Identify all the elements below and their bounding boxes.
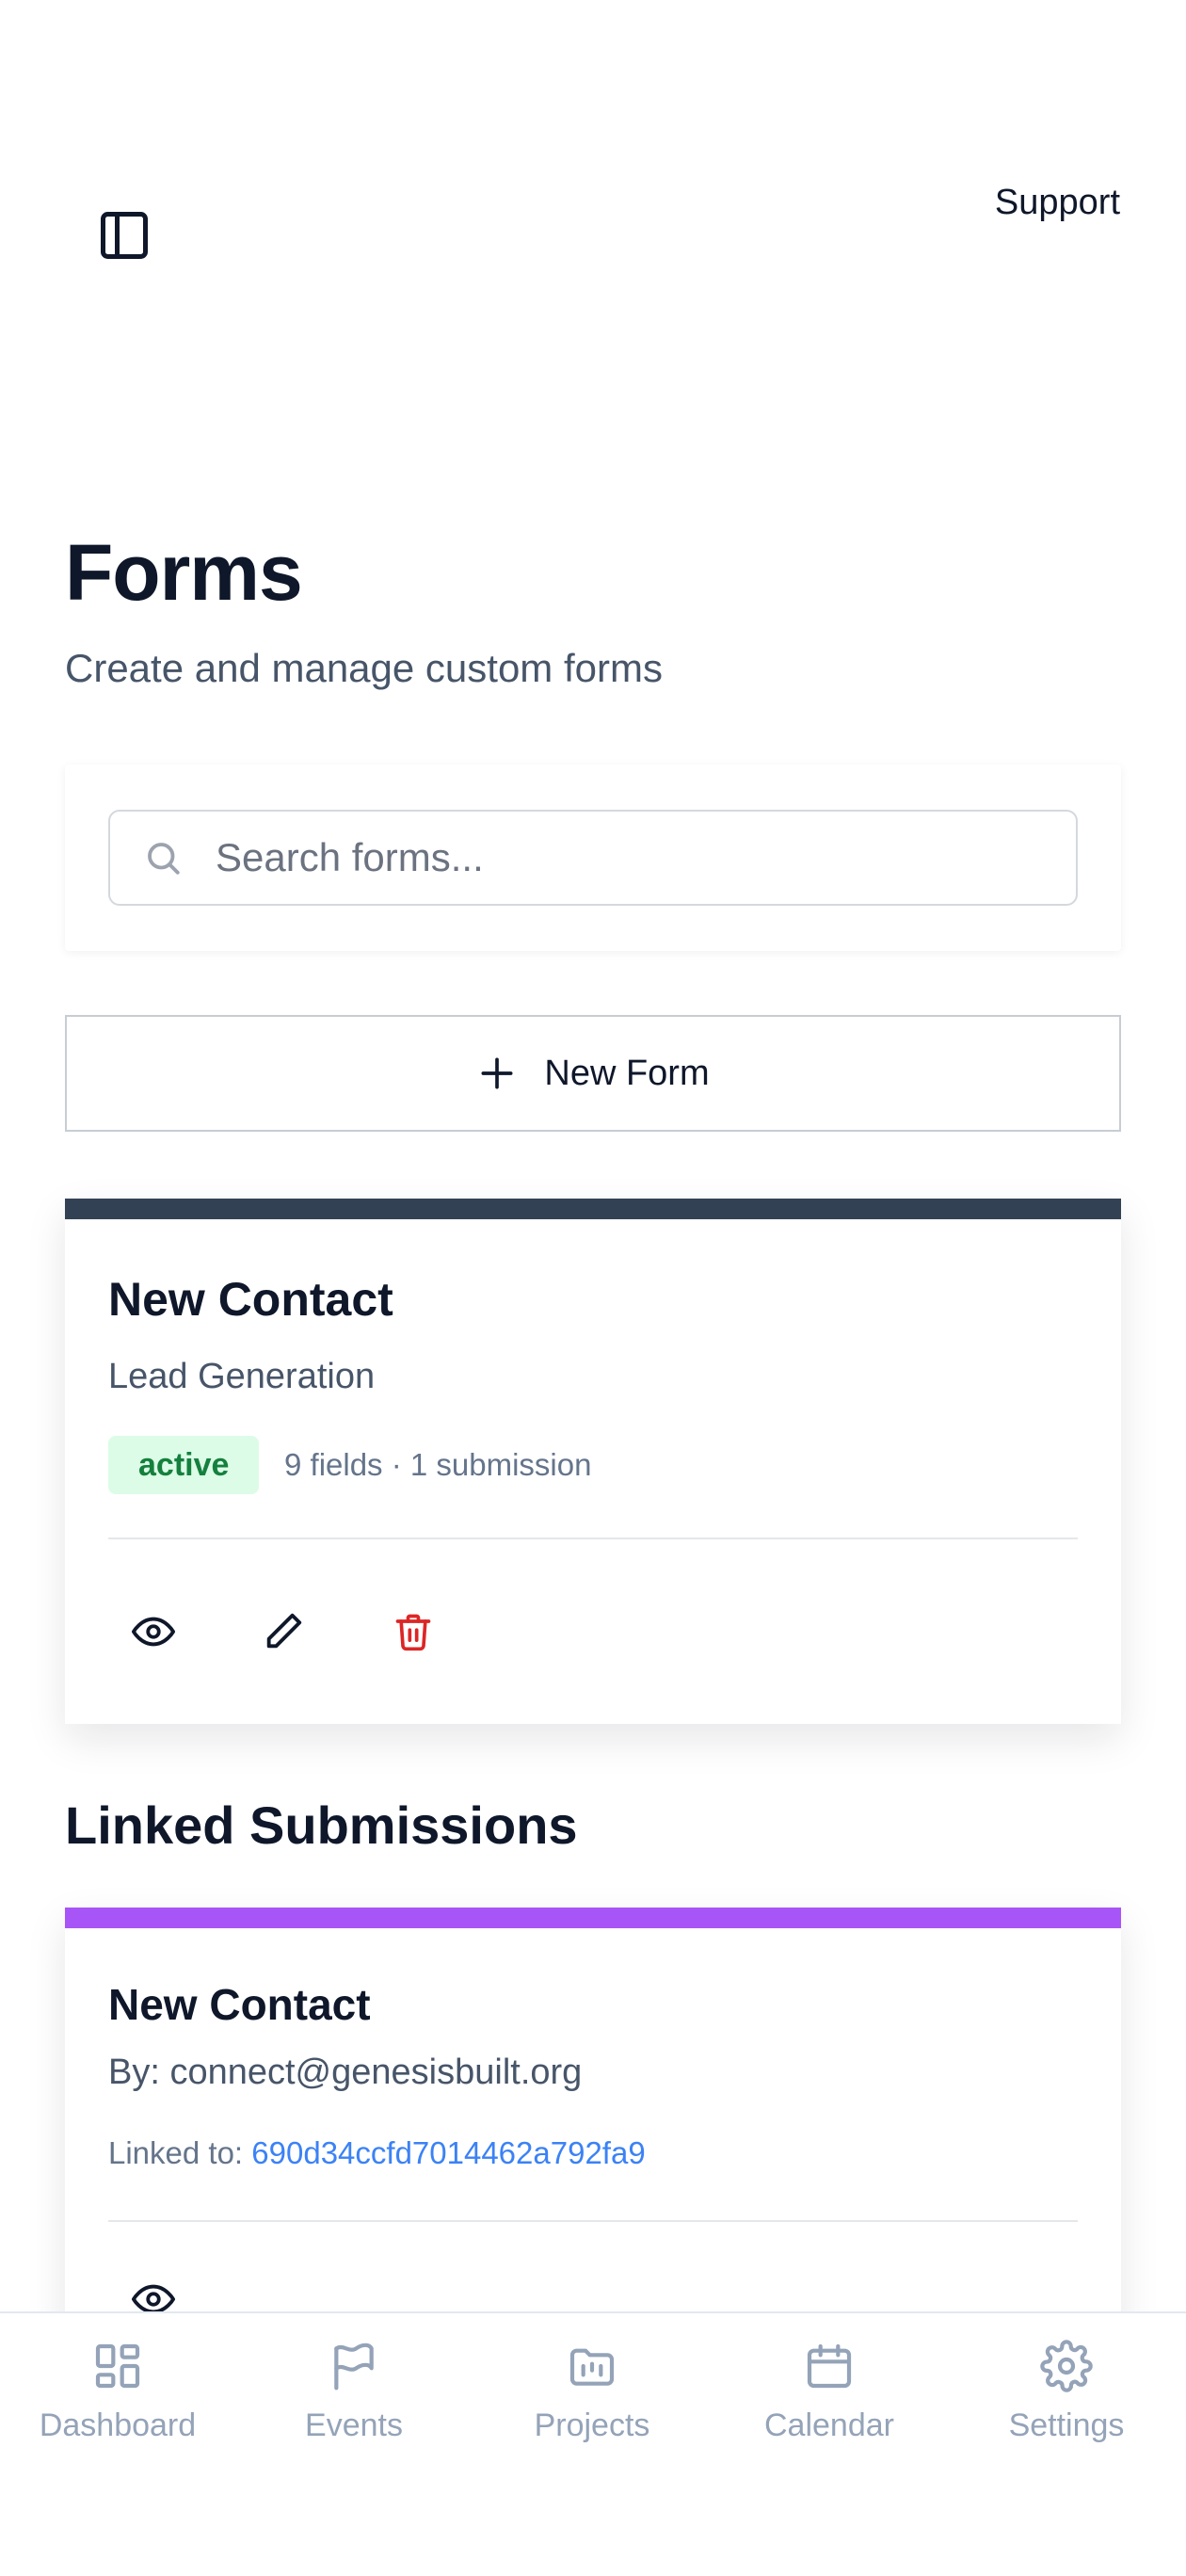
sidebar-panel-icon [96,207,152,268]
nav-label: Dashboard [39,2407,197,2443]
trash-icon [393,1611,434,1657]
eye-icon [132,1610,175,1658]
divider [108,1538,1078,1539]
nav-label: Projects [534,2407,650,2443]
submission-card-stripe [65,1908,1121,1928]
dashboard-icon [89,2338,146,2394]
nav-item-dashboard[interactable]: Dashboard [5,2338,231,2444]
new-form-label: New Form [544,1053,710,1093]
view-form-button[interactable] [104,1585,202,1682]
flag-icon [326,2338,382,2394]
submission-author: By: connect@genesisbuilt.org [108,2053,583,2092]
folder-chart-icon [564,2338,620,2394]
top-bar: Support [0,0,1186,301]
gear-icon [1038,2338,1095,2394]
search-input[interactable] [216,835,1044,880]
form-category: Lead Generation [108,1357,376,1396]
nav-item-settings[interactable]: Settings [954,2338,1179,2444]
delete-form-button[interactable] [364,1585,462,1682]
linked-id-link[interactable]: 690d34ccfd7014462a792fa9 [251,2135,645,2170]
plus-icon [476,1053,518,1094]
submission-linked: Linked to: 690d34ccfd7014462a792fa9 [108,2135,646,2171]
support-link[interactable]: Support [995,183,1120,223]
page-title: Forms [65,528,303,617]
edit-form-button[interactable] [234,1585,332,1682]
divider [108,2220,1078,2222]
form-card: New Contact Lead Generation active 9 fie… [65,1199,1121,1724]
form-title: New Contact [108,1273,393,1326]
form-meta: 9 fields · 1 submission [284,1447,592,1482]
submission-title: New Contact [108,1980,371,2029]
new-form-button[interactable]: New Form [65,1015,1121,1132]
search-card [65,765,1121,951]
sidebar-toggle-button[interactable] [90,203,158,271]
nav-label: Calendar [764,2407,894,2443]
nav-item-events[interactable]: Events [241,2338,467,2444]
nav-label: Events [305,2407,403,2443]
page-subtitle: Create and manage custom forms [65,646,663,690]
bottom-nav: Dashboard Events Projects Calendar Setti… [0,2311,1186,2576]
pencil-icon [262,1610,305,1658]
nav-label: Settings [1008,2407,1125,2443]
status-badge: active [108,1436,260,1494]
search-box[interactable] [108,810,1078,906]
form-card-stripe [65,1199,1121,1219]
nav-item-calendar[interactable]: Calendar [716,2338,942,2444]
nav-item-projects[interactable]: Projects [479,2338,705,2444]
calendar-icon [801,2338,857,2394]
linked-submissions-title: Linked Submissions [65,1795,578,1855]
search-icon [142,837,184,878]
linked-label: Linked to: [108,2135,244,2170]
